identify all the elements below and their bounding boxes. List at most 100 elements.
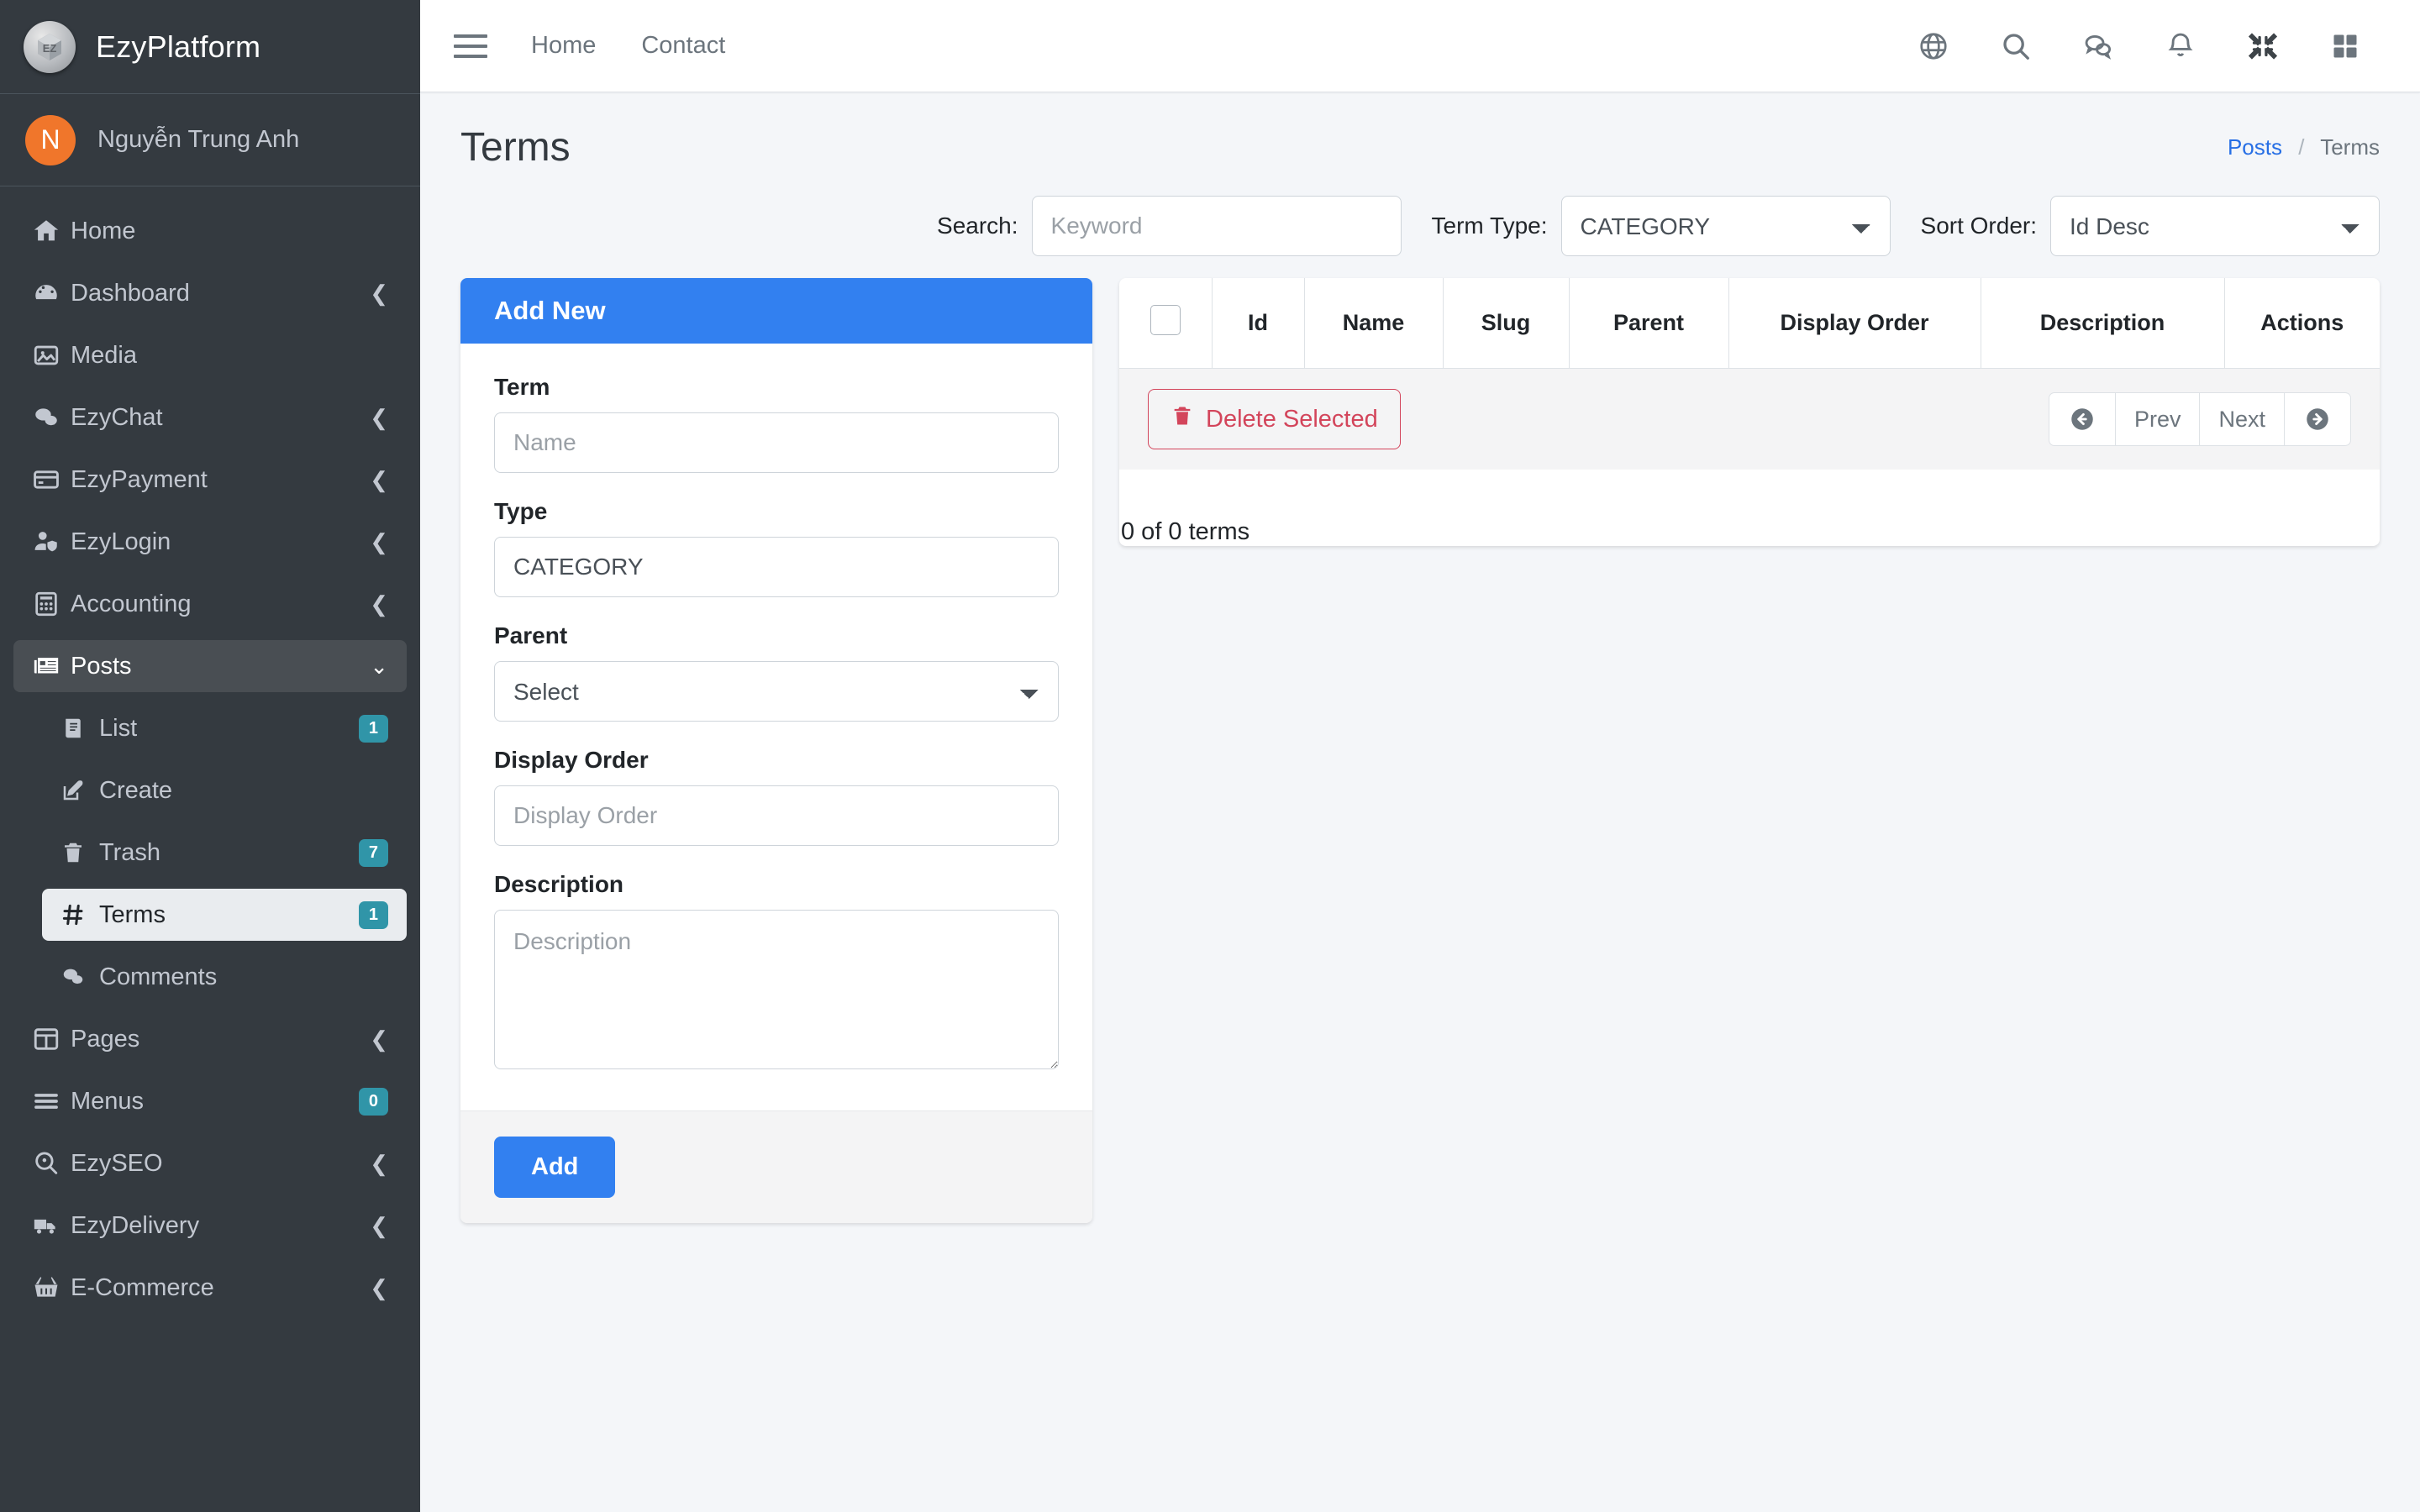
sort-order-label: Sort Order: — [1920, 213, 2037, 239]
svg-text:EZ: EZ — [43, 42, 57, 55]
globe-icon[interactable] — [1892, 30, 1975, 62]
sidebar-item-menus[interactable]: Menus 0 — [13, 1075, 407, 1127]
sidebar-item-trash[interactable]: Trash 7 — [42, 827, 407, 879]
sidebar-badge: 1 — [358, 900, 388, 929]
truck-icon — [32, 1211, 71, 1240]
select-all-checkbox[interactable] — [1150, 305, 1181, 335]
avatar: N — [25, 114, 76, 165]
pagination-prev[interactable]: Prev — [2116, 393, 2201, 445]
column-description[interactable]: Description — [1980, 278, 2225, 369]
edit-pencil-icon — [60, 778, 99, 803]
grid-icon[interactable] — [2304, 31, 2386, 61]
description-textarea[interactable] — [494, 910, 1059, 1069]
topbar: Home Contact — [420, 0, 2420, 92]
field-group-display-order: Display Order — [494, 747, 1059, 846]
parent-label: Parent — [494, 622, 568, 648]
chevron-left-icon[interactable]: ❮ — [370, 1277, 388, 1299]
search-input[interactable] — [1031, 196, 1402, 256]
chevron-left-icon[interactable]: ❮ — [370, 469, 388, 491]
user-panel[interactable]: N Nguyễn Trung Anh — [0, 94, 420, 186]
trash-icon — [1171, 404, 1194, 434]
sidebar-item-label: EzySEO — [71, 1149, 163, 1177]
sidebar: EZ EzyPlatform N Nguyễn Trung Anh Home D… — [0, 0, 420, 1512]
sidebar-nav: Home Dashboard ❮ Media EzyChat ❮ EzyPaym… — [0, 186, 420, 1512]
chat-bubbles-icon — [32, 403, 71, 432]
arrow-circle-right-icon[interactable] — [2285, 393, 2350, 445]
chat-icon[interactable] — [2057, 30, 2139, 62]
sidebar-item-comments[interactable]: Comments — [42, 951, 407, 1003]
arrow-circle-left-icon[interactable] — [2049, 393, 2116, 445]
hamburger-icon[interactable] — [454, 34, 487, 58]
select-all-header — [1119, 278, 1213, 369]
image-icon — [32, 341, 71, 370]
sidebar-item-ezylogin[interactable]: EzyLogin ❮ — [13, 516, 407, 568]
chevron-left-icon[interactable]: ❮ — [370, 1215, 388, 1236]
type-input[interactable] — [494, 537, 1059, 597]
book-icon — [60, 716, 99, 741]
topnav-link-home[interactable]: Home — [531, 32, 596, 60]
add-new-card-header: Add New — [460, 278, 1092, 344]
chevron-left-icon[interactable]: ❮ — [370, 1028, 388, 1050]
sidebar-item-create[interactable]: Create — [42, 764, 407, 816]
sidebar-item-ezydelivery[interactable]: EzyDelivery ❮ — [13, 1200, 407, 1252]
column-slug[interactable]: Slug — [1442, 278, 1570, 369]
chevron-left-icon[interactable]: ❮ — [370, 1152, 388, 1174]
display-order-input[interactable] — [494, 785, 1059, 846]
sidebar-item-accounting[interactable]: Accounting ❮ — [13, 578, 407, 630]
sidebar-item-ezyseo[interactable]: EzySEO ❮ — [13, 1137, 407, 1189]
sidebar-item-label: EzyChat — [71, 403, 163, 431]
trash-icon — [60, 840, 99, 865]
delete-selected-button[interactable]: Delete Selected — [1148, 389, 1401, 449]
pagination-next[interactable]: Next — [2200, 393, 2285, 445]
sidebar-item-pages[interactable]: Pages ❮ — [13, 1013, 407, 1065]
description-label: Description — [494, 871, 624, 897]
sidebar-item-label: Accounting — [71, 590, 192, 617]
sidebar-item-ezypayment[interactable]: EzyPayment ❮ — [13, 454, 407, 506]
search-icon[interactable] — [1975, 30, 2057, 62]
newspaper-icon — [32, 652, 71, 680]
sidebar-badge: 7 — [358, 838, 388, 867]
sidebar-item-label: Menus — [71, 1087, 145, 1115]
chevron-left-icon[interactable]: ❮ — [370, 282, 388, 304]
terms-table: Id Name Slug Parent Display Order Descri… — [1119, 278, 2380, 369]
sidebar-item-media[interactable]: Media — [13, 329, 407, 381]
breadcrumb-current: Terms — [2320, 134, 2380, 160]
brand-title: EzyPlatform — [96, 29, 261, 64]
breadcrumb-posts-link[interactable]: Posts — [2228, 134, 2282, 160]
sidebar-item-list[interactable]: List 1 — [42, 702, 407, 754]
bars-icon — [32, 1087, 71, 1116]
parent-select[interactable]: Select — [494, 661, 1059, 722]
sidebar-item-dashboard[interactable]: Dashboard ❮ — [13, 267, 407, 319]
page-title: Terms — [460, 125, 571, 170]
search-location-icon — [32, 1149, 71, 1178]
home-icon — [32, 217, 71, 245]
add-button[interactable]: Add — [494, 1137, 616, 1198]
chevron-left-icon[interactable]: ❮ — [370, 593, 388, 615]
term-type-label: Term Type: — [1431, 213, 1548, 239]
chevron-left-icon[interactable]: ❮ — [370, 531, 388, 553]
chevron-left-icon[interactable]: ❮ — [370, 407, 388, 428]
term-type-select[interactable]: CATEGORY — [1560, 196, 1891, 256]
sidebar-item-terms[interactable]: Terms 1 — [42, 889, 407, 941]
sidebar-item-home[interactable]: Home — [13, 205, 407, 257]
sidebar-item-ezychat[interactable]: EzyChat ❮ — [13, 391, 407, 444]
brand[interactable]: EZ EzyPlatform — [0, 0, 420, 94]
sort-order-select[interactable]: Id Desc — [2050, 196, 2380, 256]
bell-icon[interactable] — [2139, 30, 2222, 62]
sidebar-item-ecommerce[interactable]: E-Commerce ❮ — [13, 1262, 407, 1314]
column-display-order[interactable]: Display Order — [1728, 278, 1981, 369]
compress-icon[interactable] — [2222, 31, 2304, 61]
column-parent[interactable]: Parent — [1568, 278, 1729, 369]
chevron-down-icon[interactable]: ⌄ — [370, 655, 388, 677]
column-name[interactable]: Name — [1303, 278, 1444, 369]
sidebar-item-label: Dashboard — [71, 279, 190, 307]
sidebar-item-posts[interactable]: Posts ⌄ — [13, 640, 407, 692]
terms-table-head: Id Name Slug Parent Display Order Descri… — [1119, 278, 2380, 369]
column-id[interactable]: Id — [1211, 278, 1305, 369]
topnav-link-contact[interactable]: Contact — [641, 32, 725, 60]
ezy-cube-logo-icon: EZ — [24, 20, 76, 73]
sidebar-item-label: EzyDelivery — [71, 1211, 200, 1239]
breadcrumb-separator: / — [2298, 134, 2305, 160]
term-input[interactable] — [494, 412, 1059, 473]
term-label: Term — [494, 374, 550, 400]
